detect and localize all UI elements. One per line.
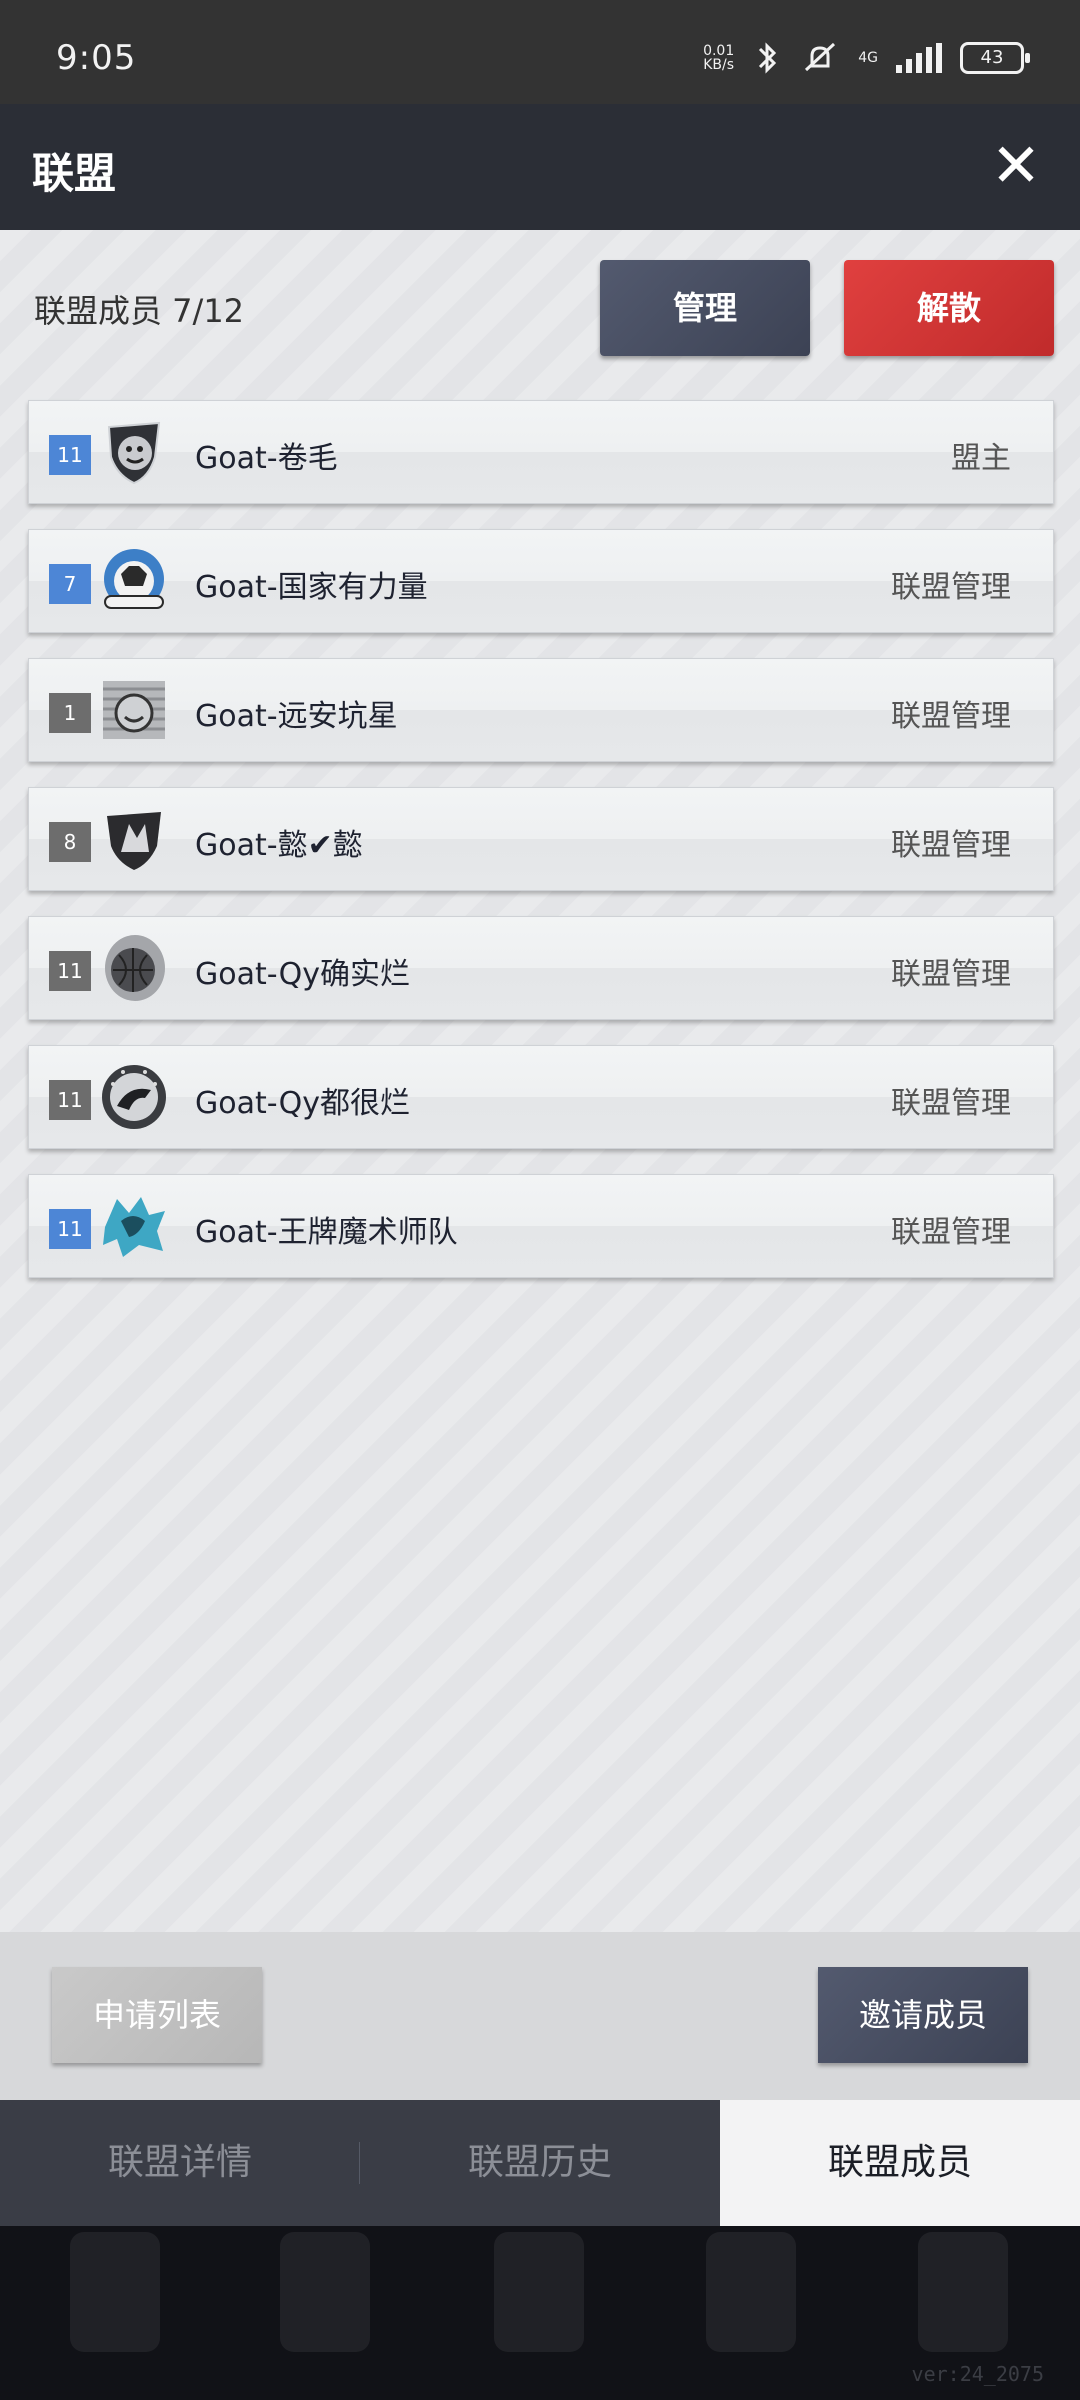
member-row[interactable]: 11 Goat-卷毛 盟主 — [28, 400, 1054, 504]
version-label: ver:24_2075 — [911, 2362, 1044, 2386]
level-badge: 1 — [49, 693, 91, 733]
level-badge: 11 — [49, 951, 91, 991]
dialog-header: 联盟 ✕ — [0, 104, 1080, 230]
close-icon[interactable]: ✕ — [988, 136, 1044, 196]
status-icons: 0.01 KB/s 4G 43 — [703, 40, 1030, 76]
blurred-nav-item — [918, 2232, 1008, 2352]
level-badge: 11 — [49, 1080, 91, 1120]
members-panel: 联盟成员 7/12 管理 解散 11 Goat-卷毛 盟主 7 Goat-国家有… — [0, 230, 1080, 1932]
dialog-title: 联盟 — [32, 149, 117, 198]
network-type: 4G — [858, 50, 878, 66]
tab-alliance-members[interactable]: 联盟成员 — [720, 2100, 1080, 2226]
member-name: Goat-国家有力量 — [195, 570, 428, 605]
member-name: Goat-卷毛 — [195, 441, 338, 476]
apply-list-button[interactable]: 申请列表 — [52, 1967, 262, 2063]
level-badge: 8 — [49, 822, 91, 862]
battery-icon: 43 — [960, 42, 1030, 74]
blurred-nav-item — [494, 2232, 584, 2352]
team-logo-icon — [103, 681, 165, 739]
action-bar: 申请列表 邀请成员 — [0, 1932, 1080, 2100]
status-bar: 9:05 0.01 KB/s 4G 43 — [0, 0, 1080, 104]
blurred-nav-item — [70, 2232, 160, 2352]
level-badge: 11 — [49, 435, 91, 475]
level-badge: 7 — [49, 564, 91, 604]
member-name: Goat-Qy都很烂 — [195, 1086, 411, 1121]
team-logo-icon — [103, 1197, 165, 1257]
member-row[interactable]: 11 Goat-王牌魔术师队 联盟管理 — [28, 1174, 1054, 1278]
member-name: Goat-远安坑星 — [195, 699, 398, 734]
net-speed: 0.01 KB/s — [703, 43, 735, 73]
team-logo-icon — [107, 812, 161, 870]
member-name: Goat-懿✔懿 — [195, 828, 363, 863]
member-role: 联盟管理 — [891, 570, 1011, 605]
status-time: 9:05 — [56, 38, 137, 78]
member-row[interactable]: 8 Goat-懿✔懿 联盟管理 — [28, 787, 1054, 891]
blurred-nav-item — [280, 2232, 370, 2352]
signal-icon — [896, 43, 942, 73]
tab-bar: 联盟详情 联盟历史 联盟成员 — [0, 2100, 1080, 2226]
tab-alliance-details[interactable]: 联盟详情 — [0, 2100, 360, 2226]
member-row[interactable]: 7 Goat-国家有力量 联盟管理 — [28, 529, 1054, 633]
member-row[interactable]: 11 Goat-Qy都很烂 联盟管理 — [28, 1045, 1054, 1149]
member-role: 联盟管理 — [891, 699, 1011, 734]
level-badge: 11 — [49, 1209, 91, 1249]
invite-member-button[interactable]: 邀请成员 — [818, 1967, 1028, 2063]
member-name: Goat-Qy确实烂 — [195, 957, 411, 992]
team-logo-icon — [102, 1065, 166, 1129]
disband-button[interactable]: 解散 — [844, 260, 1054, 356]
bluetooth-icon — [759, 42, 777, 74]
mute-icon — [805, 42, 836, 72]
team-logo-icon — [107, 421, 161, 485]
manage-button[interactable]: 管理 — [600, 260, 810, 356]
member-row[interactable]: 11 Goat-Qy确实烂 联盟管理 — [28, 916, 1054, 1020]
member-role: 盟主 — [951, 441, 1011, 476]
blurred-nav-item — [706, 2232, 796, 2352]
tab-alliance-history[interactable]: 联盟历史 — [360, 2100, 720, 2226]
team-logo-icon — [104, 549, 164, 609]
member-list: 11 Goat-卷毛 盟主 7 Goat-国家有力量 联盟管理 1 Goat-远… — [28, 400, 1054, 1303]
member-count: 联盟成员 7/12 — [34, 292, 245, 330]
member-role: 联盟管理 — [891, 957, 1011, 992]
team-logo-icon — [105, 935, 165, 1001]
member-role: 联盟管理 — [891, 828, 1011, 863]
member-name: Goat-王牌魔术师队 — [195, 1215, 458, 1250]
member-role: 联盟管理 — [891, 1086, 1011, 1121]
member-row[interactable]: 1 Goat-远安坑星 联盟管理 — [28, 658, 1054, 762]
member-role: 联盟管理 — [891, 1215, 1011, 1250]
